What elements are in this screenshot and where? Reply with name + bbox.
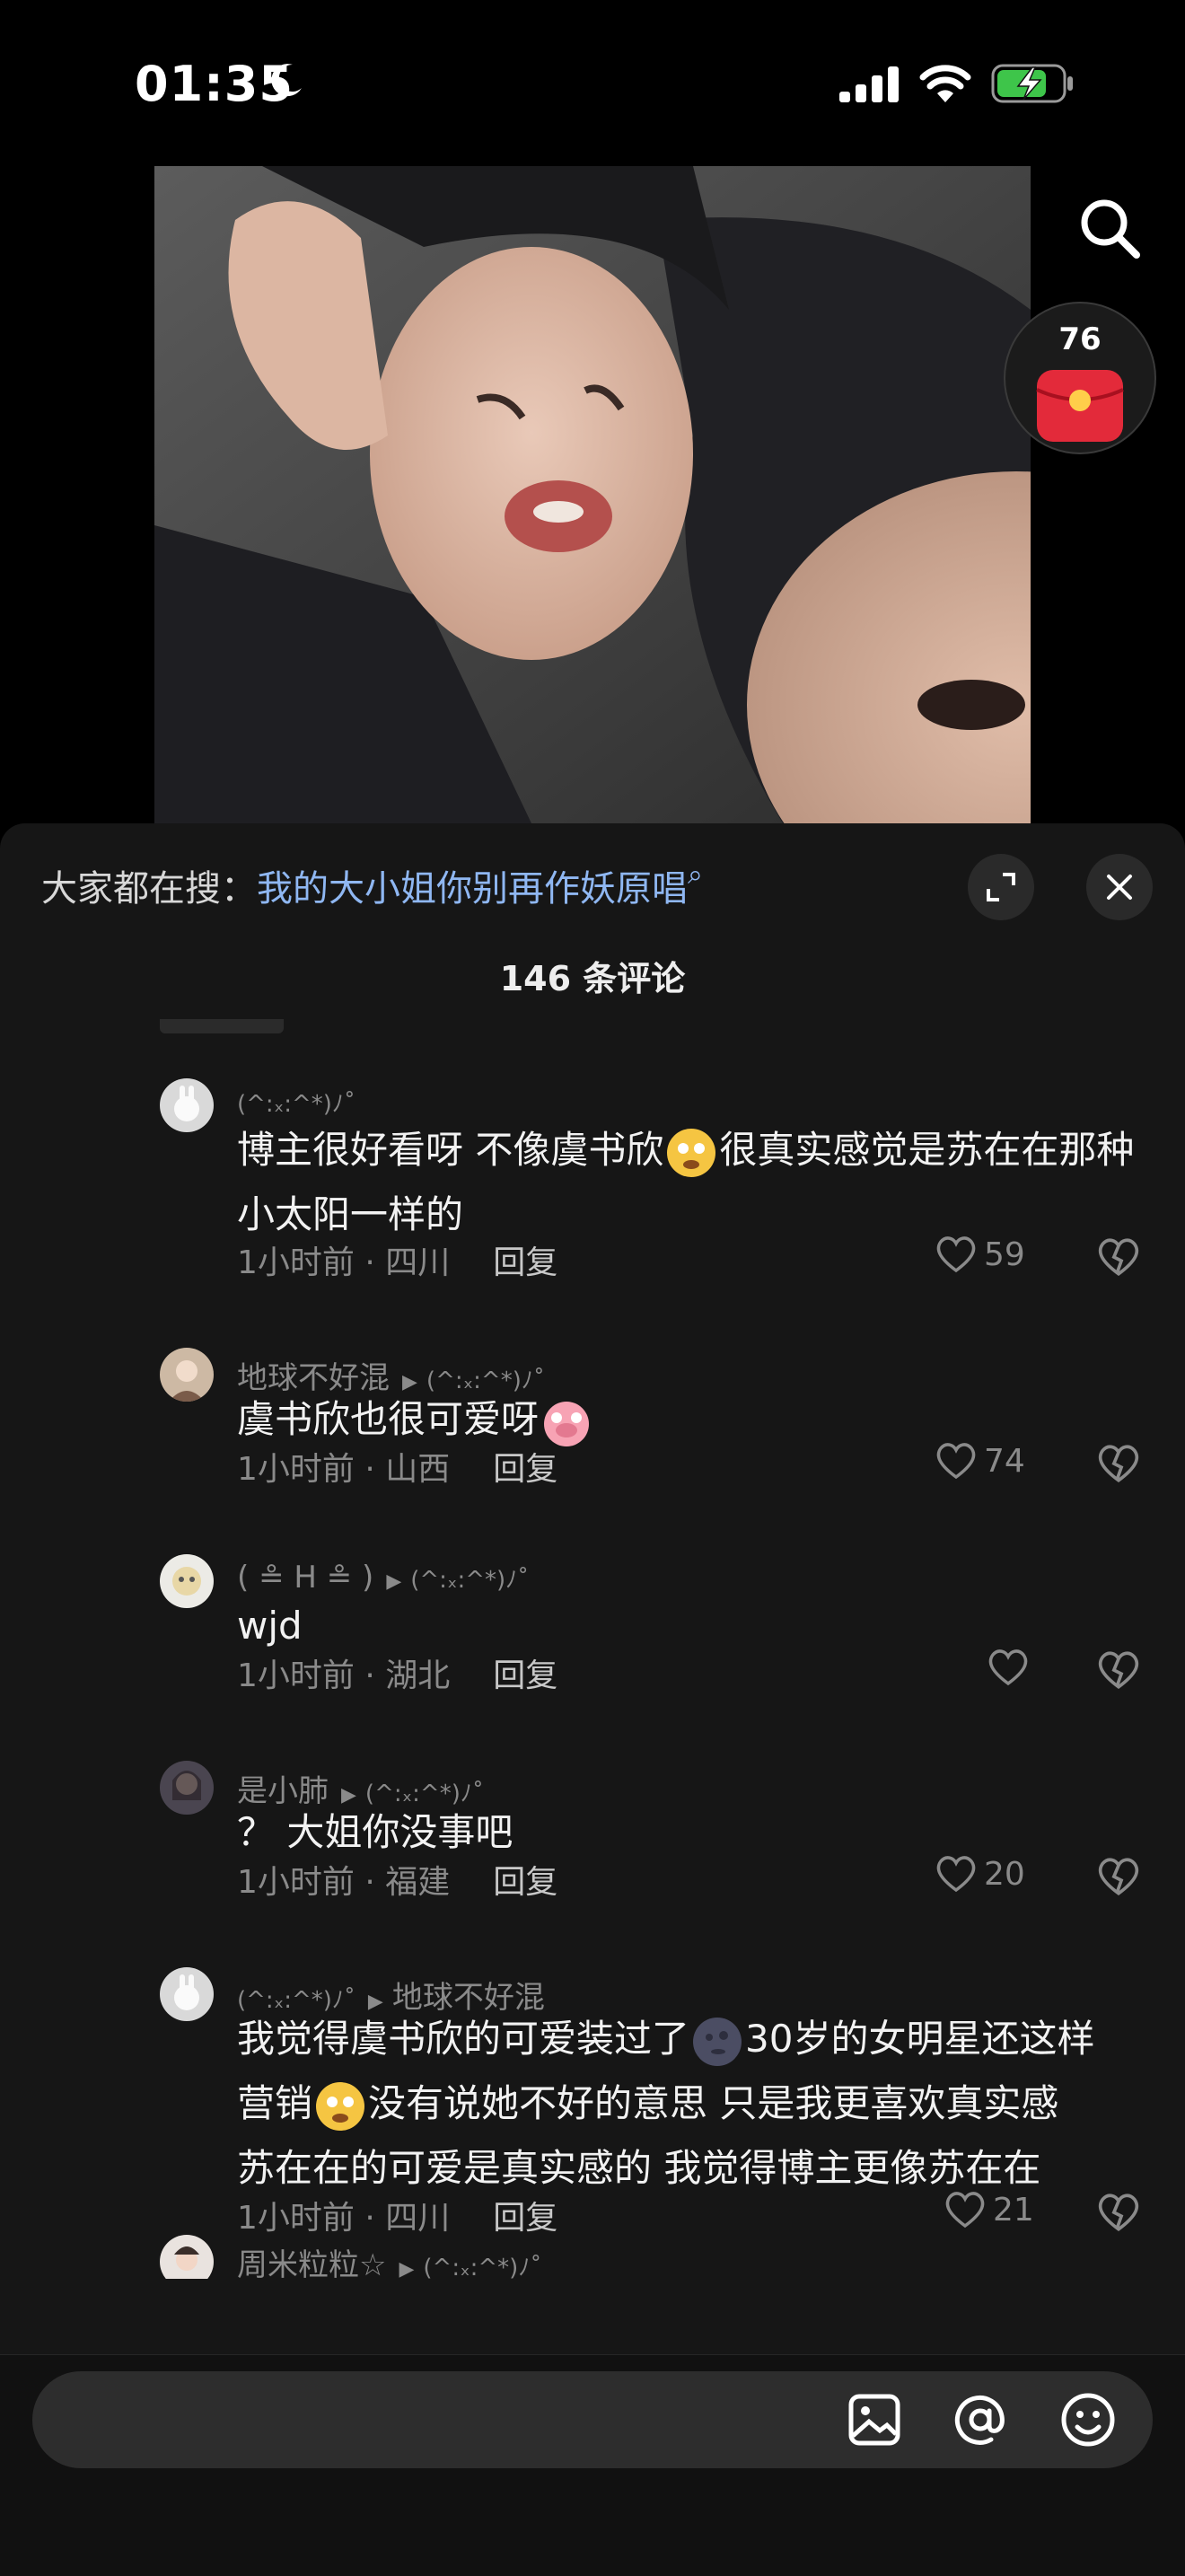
- hot-search-bar[interactable]: 大家都在搜：我的大小姐你别再作妖原唱⌕: [41, 859, 703, 911]
- heart-icon: [936, 1443, 976, 1480]
- like-count: 20: [984, 1856, 1025, 1893]
- avatar[interactable]: [160, 1348, 214, 1402]
- moon-icon: [271, 64, 302, 97]
- avatar[interactable]: [160, 1078, 214, 1132]
- video-frame-image: [154, 166, 1031, 823]
- like-count: 59: [984, 1236, 1025, 1273]
- comment-meta: 1小时前 · 福建: [237, 1864, 451, 1901]
- reply-button[interactable]: 回复: [493, 1451, 557, 1488]
- search-small-icon: ⌕: [688, 859, 703, 891]
- red-packet-icon: [1036, 370, 1124, 442]
- like-button[interactable]: 59: [934, 1231, 1032, 1281]
- expand-icon: [987, 873, 1015, 901]
- avatar[interactable]: [160, 1761, 214, 1815]
- comment-username[interactable]: ( ≗ H ≗ ): [237, 1560, 373, 1596]
- close-icon: [1107, 875, 1132, 900]
- hot-search-prefix: 大家都在搜：: [41, 868, 257, 910]
- image-icon[interactable]: [844, 2389, 905, 2450]
- status-bar: 01:35: [0, 0, 1185, 171]
- comment-meta: 1小时前 · 四川: [237, 2200, 451, 2237]
- heart-icon: [988, 1649, 1028, 1686]
- comment-text: 我觉得虞书欣的可爱装过了 30岁的女明星还这样 营销 没有说她不好的意思 只是我更喜欢…: [237, 2017, 1095, 2190]
- signal-icon: [839, 66, 899, 102]
- avatar[interactable]: [160, 1554, 214, 1608]
- dislike-icon[interactable]: [1095, 1646, 1142, 1692]
- at-icon[interactable]: [950, 2389, 1011, 2450]
- comment-meta: 1小时前 · 湖北: [237, 1657, 451, 1694]
- comment-input-container[interactable]: [32, 2371, 1153, 2470]
- reply-button[interactable]: 回复: [493, 1864, 557, 1901]
- comment-list[interactable]: (^:ₓ:^*)ﾉ˚ 博主很好看呀 不像虞书欣 很真实感觉是苏在在那种小太阳一样的…: [0, 1019, 1185, 2279]
- crying-emoji-icon: [667, 1128, 716, 1177]
- comment-input-bar: [0, 2354, 1185, 2576]
- like-count: 74: [984, 1443, 1025, 1480]
- emoji-icon[interactable]: [1058, 2389, 1119, 2450]
- new-moon-emoji-icon: [693, 2017, 742, 2066]
- avatar[interactable]: [160, 1967, 214, 2021]
- dislike-icon[interactable]: [1095, 2188, 1142, 2235]
- dislike-icon[interactable]: [1095, 1233, 1142, 1279]
- heart-icon: [936, 1856, 976, 1893]
- like-count: 21: [993, 2192, 1034, 2229]
- comment-text: 博主很好看呀 不像虞书欣 很真实感觉是苏在在那种小太阳一样的: [237, 1128, 1135, 1236]
- dislike-icon[interactable]: [1095, 1852, 1142, 1899]
- reply-to-username[interactable]: (^:ₓ:^*)ﾉ˚: [423, 2255, 541, 2279]
- comments-sheet: 大家都在搜：我的大小姐你别再作妖原唱⌕ 146 条评论 (^:ₓ:^*)ﾉ˚ 博…: [0, 823, 1185, 2575]
- close-button[interactable]: [1086, 854, 1153, 920]
- comment-input[interactable]: [68, 2371, 844, 2470]
- like-button[interactable]: 20: [934, 1851, 1032, 1901]
- red-packet-widget[interactable]: 76: [1004, 302, 1156, 454]
- reply-button[interactable]: 回复: [493, 1244, 557, 1281]
- comment-username[interactable]: (^:ₓ:^*)ﾉ˚: [237, 1091, 356, 1118]
- video-player[interactable]: [154, 166, 1031, 823]
- pig-emoji-icon: [544, 1401, 590, 1446]
- battery-charging-icon: [991, 64, 1073, 103]
- reply-arrow-icon: ▶: [386, 1570, 402, 1593]
- avatar[interactable]: [160, 2235, 214, 2279]
- comment-username[interactable]: 周米粒粒☆: [237, 2247, 386, 2279]
- wifi-icon: [919, 65, 971, 102]
- comment-meta: 1小时前 · 四川: [237, 1244, 451, 1281]
- heart-icon: [936, 1236, 976, 1273]
- comment-count: 146 条评论: [499, 959, 686, 998]
- author-tag: [160, 1019, 284, 1033]
- like-button[interactable]: [986, 1644, 1036, 1694]
- expand-button[interactable]: [968, 854, 1034, 920]
- red-packet-count: 76: [1058, 321, 1102, 357]
- crying-emoji-icon: [316, 2081, 365, 2131]
- reply-button[interactable]: 回复: [493, 2200, 557, 2237]
- heart-icon: [945, 2192, 985, 2229]
- reply-arrow-icon: ▶: [399, 2258, 415, 2279]
- hot-search-query[interactable]: 我的大小姐你别再作妖原唱: [257, 868, 688, 910]
- dislike-icon[interactable]: [1095, 1439, 1142, 1486]
- reply-to-username[interactable]: (^:ₓ:^*)ﾉ˚: [410, 1567, 529, 1594]
- search-icon[interactable]: [1074, 192, 1146, 264]
- like-button[interactable]: 74: [934, 1437, 1032, 1488]
- reply-button[interactable]: 回复: [493, 1657, 557, 1694]
- like-button[interactable]: 21: [943, 2186, 1041, 2237]
- comment-meta: 1小时前 · 山西: [237, 1451, 451, 1488]
